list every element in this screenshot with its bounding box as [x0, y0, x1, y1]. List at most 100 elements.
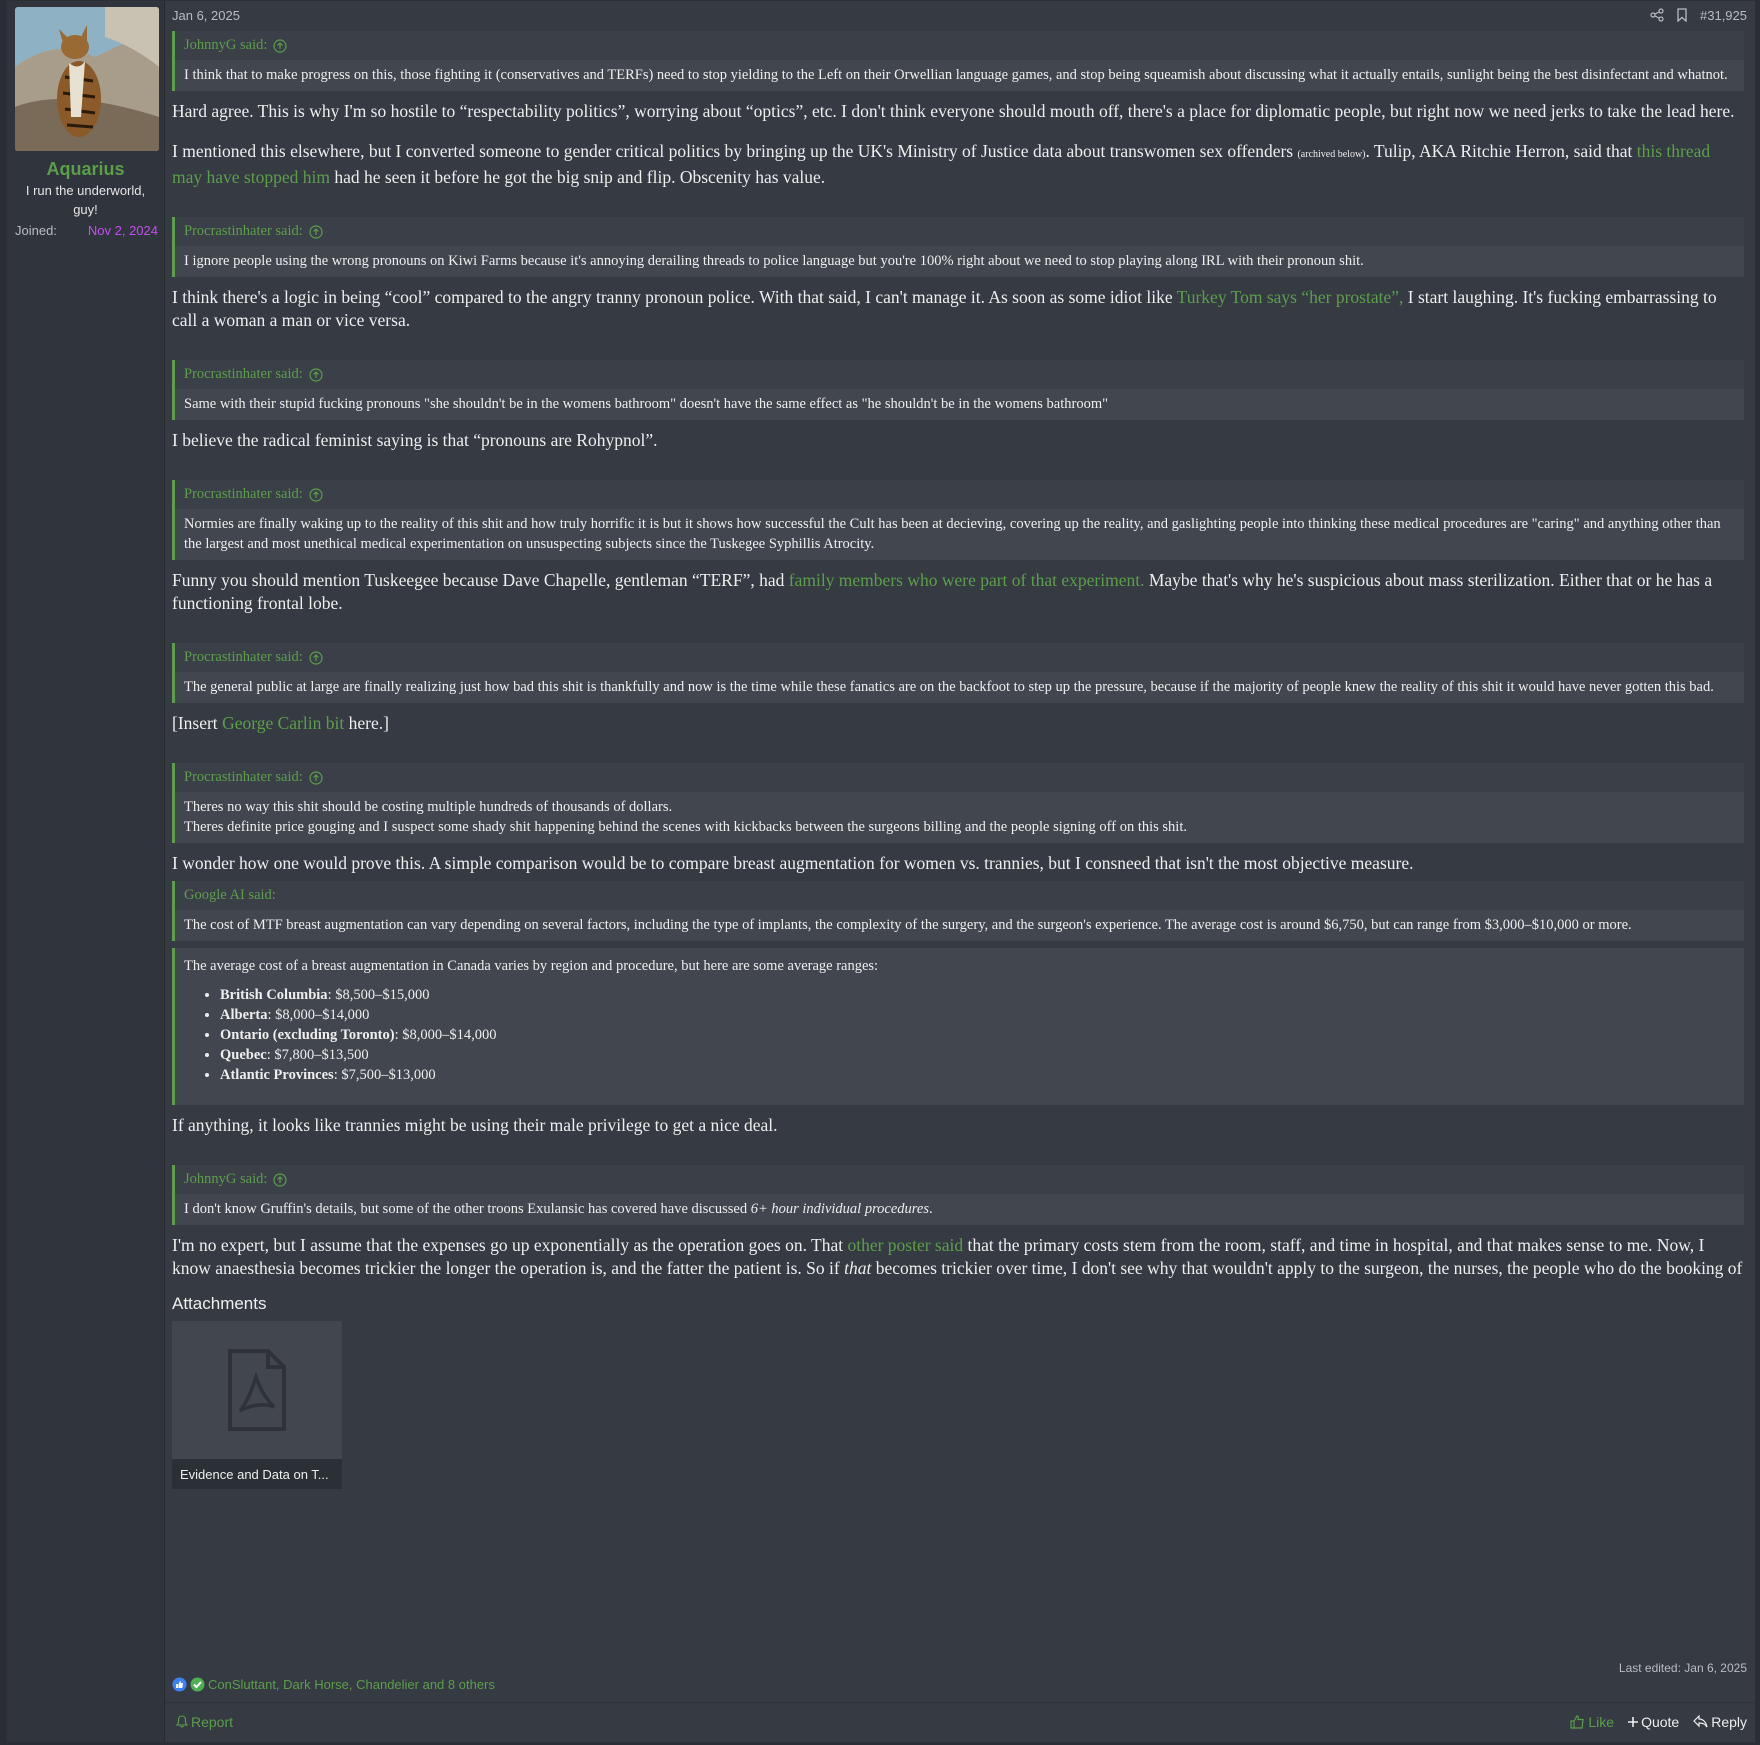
- post-link[interactable]: family members who were part of that exp…: [789, 570, 1145, 590]
- quote-header[interactable]: JohnnyG said:: [175, 31, 1744, 60]
- quote-text: The cost of MTF breast augmentation can …: [175, 910, 1744, 941]
- quote-author[interactable]: Procrastinhater said:: [184, 366, 303, 383]
- like-button[interactable]: Like: [1570, 1714, 1614, 1730]
- post-header: Jan 6, 2025 #31,925: [172, 1, 1755, 29]
- quote-text: Theres no way this shit should be costin…: [175, 792, 1744, 843]
- quote-author[interactable]: Procrastinhater said:: [184, 769, 303, 786]
- quote-header[interactable]: Procrastinhater said:: [175, 360, 1744, 389]
- quote-up-arrow-icon[interactable]: [273, 38, 287, 53]
- quote-author[interactable]: JohnnyG said:: [184, 1171, 267, 1188]
- reactions-bar[interactable]: ConSluttant, Dark Horse, Chandelier and …: [172, 1677, 495, 1692]
- post-paragraph: [Insert George Carlin bit here.]: [172, 713, 389, 733]
- post-date[interactable]: Jan 6, 2025: [172, 8, 240, 23]
- reaction-users[interactable]: ConSluttant, Dark Horse, Chandelier and …: [208, 1677, 495, 1692]
- joined-date: Nov 2, 2024: [87, 223, 158, 238]
- attachments-title: Attachments: [172, 1294, 267, 1313]
- quote-header[interactable]: Procrastinhater said:: [175, 480, 1744, 509]
- post-paragraph: Funny you should mention Tuskeegee becau…: [172, 570, 1713, 613]
- quote-block: The average cost of a breast augmentatio…: [172, 948, 1744, 1105]
- like-label: Like: [1588, 1713, 1615, 1730]
- user-sidebar: Aquarius I run the underworld, guy! Join…: [7, 1, 165, 1742]
- avatar[interactable]: [15, 7, 159, 151]
- attachment-thumbnail[interactable]: [172, 1321, 342, 1459]
- post-main: Jan 6, 2025 #31,925 JohnnyG said: I thin…: [165, 1, 1755, 1742]
- quote-author[interactable]: JohnnyG said:: [184, 37, 267, 54]
- quote-up-arrow-icon[interactable]: [273, 1172, 287, 1187]
- joined-row: Joined: Nov 2, 2024: [7, 223, 164, 238]
- quote-header[interactable]: Procrastinhater said:: [175, 217, 1744, 246]
- quote-author[interactable]: Procrastinhater said:: [184, 649, 303, 666]
- reply-label: Reply: [1711, 1713, 1747, 1730]
- pdf-file-icon: [228, 1349, 286, 1431]
- post-paragraph: I think there's a logic in being “cool” …: [172, 287, 1717, 330]
- quote-label: Quote: [1641, 1713, 1680, 1730]
- quote-block: Google AI said: The cost of MTF breast a…: [172, 881, 1744, 941]
- joined-label: Joined:: [15, 223, 57, 238]
- post-body: JohnnyG said: I think that to make progr…: [172, 31, 1744, 1489]
- quote-text: I don't know Gruffin's details, but some…: [175, 1194, 1744, 1225]
- list-item: Alberta: $8,000–$14,000: [220, 1005, 1735, 1025]
- report-label: Report: [191, 1713, 234, 1730]
- quote-block: JohnnyG said: I don't know Gruffin's det…: [172, 1165, 1744, 1225]
- thumbs-up-icon: [1570, 1714, 1585, 1729]
- bookmark-icon[interactable]: [1676, 8, 1688, 22]
- quote-line: Theres no way this shit should be costin…: [184, 799, 673, 815]
- quote-text: The general public at large are finally …: [175, 672, 1744, 703]
- quote-block: Procrastinhater said: Same with their st…: [172, 360, 1744, 420]
- quote-line: Theres definite price gouging and I susp…: [184, 819, 1187, 835]
- report-button[interactable]: Report: [176, 1714, 233, 1730]
- quote-author[interactable]: Procrastinhater said:: [184, 223, 303, 240]
- like-reaction-icon: [172, 1677, 187, 1692]
- quote-up-arrow-icon[interactable]: [309, 367, 323, 382]
- share-icon[interactable]: [1650, 8, 1664, 22]
- cost-list: British Columbia: $8,500–$15,000 Alberta…: [184, 985, 1735, 1085]
- quote-text: I ignore people using the wrong pronouns…: [175, 246, 1744, 277]
- quote-up-arrow-icon[interactable]: [309, 650, 323, 665]
- quote-header[interactable]: JohnnyG said:: [175, 1165, 1744, 1194]
- post-number[interactable]: #31,925: [1700, 8, 1747, 23]
- last-edited[interactable]: Last edited: Jan 6, 2025: [1619, 1661, 1747, 1675]
- quote-header[interactable]: Procrastinhater said:: [175, 643, 1744, 672]
- user-title: I run the underworld, guy!: [25, 183, 146, 217]
- quote-block: Procrastinhater said: Theres no way this…: [172, 763, 1744, 843]
- check-reaction-icon: [190, 1677, 205, 1692]
- quote-up-arrow-icon[interactable]: [309, 224, 323, 239]
- username[interactable]: Aquarius: [7, 159, 164, 180]
- attachment-filename[interactable]: Evidence and Data on T...: [172, 1459, 342, 1489]
- quote-intro: The average cost of a breast augmentatio…: [184, 958, 879, 974]
- quote-text: The average cost of a breast augmentatio…: [175, 948, 1744, 1105]
- post-paragraph: I wonder how one would prove this. A sim…: [172, 853, 1414, 873]
- quote-text: Normies are finally waking up to the rea…: [175, 509, 1744, 560]
- quote-up-arrow-icon[interactable]: [309, 770, 323, 785]
- list-item: Quebec: $7,800–$13,500: [220, 1045, 1735, 1065]
- plus-icon: [1628, 1716, 1639, 1727]
- list-item: British Columbia: $8,500–$15,000: [220, 985, 1735, 1005]
- quote-block: Procrastinhater said: Normies are finall…: [172, 480, 1744, 560]
- post-paragraph: Hard agree. This is why I'm so hostile t…: [172, 101, 1735, 121]
- quote-author: Google AI said:: [184, 887, 276, 903]
- quote-block: JohnnyG said: I think that to make progr…: [172, 31, 1744, 91]
- quote-block: Procrastinhater said: I ignore people us…: [172, 217, 1744, 277]
- post-paragraph: I mentioned this elsewhere, but I conver…: [172, 141, 1711, 187]
- post-link[interactable]: George Carlin bit: [222, 713, 344, 733]
- reply-arrow-icon: [1693, 1715, 1708, 1728]
- post-paragraph: If anything, it looks like trannies migh…: [172, 1115, 778, 1135]
- post-link[interactable]: Turkey Tom says “her prostate”,: [1177, 287, 1404, 307]
- reply-button[interactable]: Reply: [1693, 1714, 1747, 1730]
- quote-text: Same with their stupid fucking pronouns …: [175, 389, 1744, 420]
- list-item: Atlantic Provinces: $7,500–$13,000: [220, 1065, 1735, 1085]
- quote-author[interactable]: Procrastinhater said:: [184, 486, 303, 503]
- attachment-card[interactable]: Evidence and Data on T...: [172, 1321, 342, 1489]
- quote-header[interactable]: Procrastinhater said:: [175, 763, 1744, 792]
- post-link[interactable]: other poster said: [847, 1235, 963, 1255]
- quote-block: Procrastinhater said: The general public…: [172, 643, 1744, 703]
- quote-button[interactable]: Quote: [1628, 1714, 1679, 1730]
- quote-up-arrow-icon[interactable]: [309, 487, 323, 502]
- list-item: Ontario (excluding Toronto): $8,000–$14,…: [220, 1025, 1735, 1045]
- bell-icon: [176, 1715, 188, 1728]
- post-paragraph: I'm no expert, but I assume that the exp…: [172, 1235, 1743, 1278]
- quote-text: I think that to make progress on this, t…: [175, 60, 1744, 91]
- quote-header: Google AI said:: [175, 881, 1744, 910]
- post-paragraph: I believe the radical feminist saying is…: [172, 430, 658, 450]
- forum-post: Aquarius I run the underworld, guy! Join…: [6, 0, 1756, 1743]
